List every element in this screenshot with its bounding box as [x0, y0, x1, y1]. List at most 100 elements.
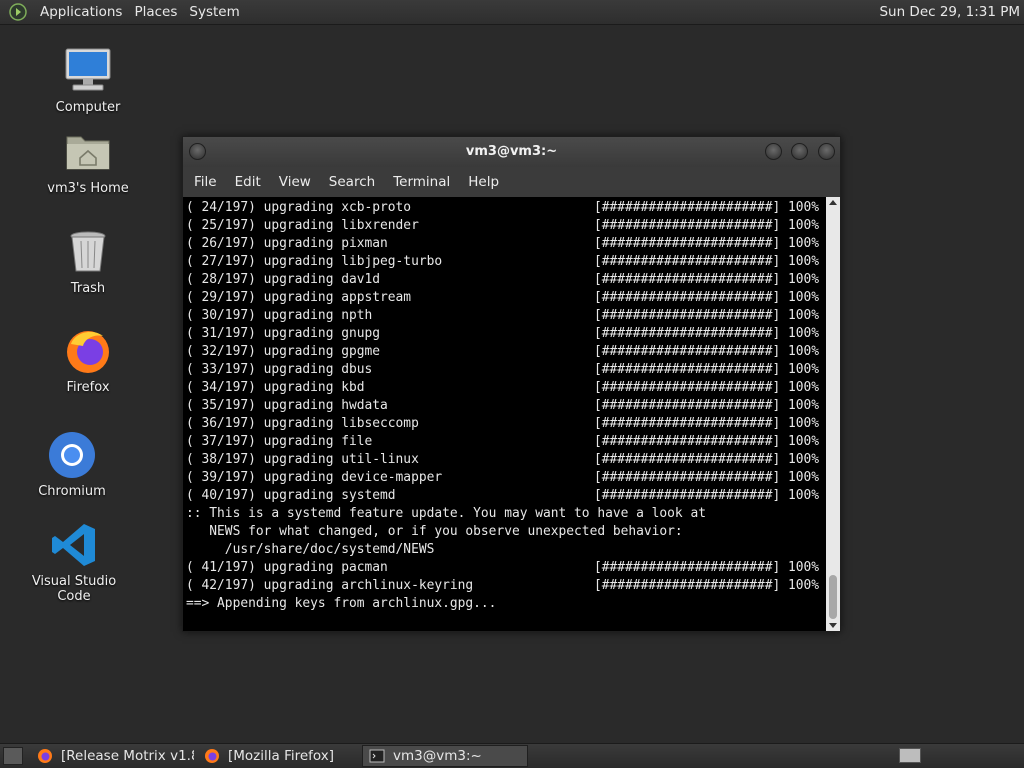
progress-bar-text: [######################] 100%: [594, 200, 820, 215]
terminal-line-text: ( 42/197) upgrading archlinux-keyring: [186, 578, 474, 593]
progress-bar-text: [######################] 100%: [594, 452, 820, 467]
progress-bar-text: [######################] 100%: [594, 578, 820, 593]
system-menu[interactable]: System: [183, 0, 245, 25]
firefox-icon: [38, 749, 52, 763]
progress-bar-text: [######################] 100%: [594, 236, 820, 251]
terminal-line-text: ==> Appending keys from archlinux.gpg...: [186, 596, 497, 611]
terminal-output[interactable]: ( 24/197) upgrading xcb-proto [##########…: [183, 197, 826, 631]
distro-logo-icon[interactable]: [8, 2, 28, 22]
scroll-up-arrow-icon[interactable]: [829, 200, 837, 205]
progress-bar-text: [######################] 100%: [594, 308, 820, 323]
terminal-menubar: File Edit View Search Terminal Help: [183, 167, 840, 197]
terminal-line-text: ( 24/197) upgrading xcb-proto: [186, 200, 412, 215]
menu-file[interactable]: File: [187, 174, 224, 190]
progress-bar-text: [######################] 100%: [594, 434, 820, 449]
terminal-line-text: ( 26/197) upgrading pixman: [186, 236, 388, 251]
chromium-icon: [49, 432, 95, 478]
terminal-line-text: ( 27/197) upgrading libjpeg-turbo: [186, 254, 443, 269]
menu-search[interactable]: Search: [322, 174, 382, 190]
progress-bar-text: [######################] 100%: [594, 470, 820, 485]
desktop-icon-label: Chromium: [38, 484, 106, 499]
menu-help[interactable]: Help: [461, 174, 506, 190]
applications-menu[interactable]: Applications: [34, 0, 128, 25]
terminal-line-text: /usr/share/doc/systemd/NEWS: [186, 542, 435, 557]
desktop-icon-label: Trash: [70, 281, 106, 296]
menu-view[interactable]: View: [272, 174, 318, 190]
desktop-icon-label: Firefox: [66, 380, 110, 395]
progress-bar-text: [######################] 100%: [594, 560, 820, 575]
progress-bar-text: [######################] 100%: [594, 218, 820, 233]
scrollbar-thumb[interactable]: [829, 575, 837, 619]
terminal-line-text: ( 39/197) upgrading device-mapper: [186, 470, 443, 485]
terminal-line: ( 37/197) upgrading file [###############…: [186, 433, 826, 451]
desktop-icon-computer[interactable]: Computer: [33, 46, 143, 115]
terminal-line: ( 31/197) upgrading gnupg [##############…: [186, 325, 826, 343]
progress-bar-text: [######################] 100%: [594, 416, 820, 431]
computer-icon: [65, 48, 111, 91]
bottom-panel: [Release Motrix v1.8.... [Mozilla Firefo…: [0, 743, 1024, 768]
firefox-icon: [67, 331, 109, 373]
taskbar-item-terminal[interactable]: vm3@vm3:~: [362, 745, 528, 767]
terminal-line: ( 42/197) upgrading archlinux-keyring [##…: [186, 577, 826, 595]
terminal-line-text: ( 25/197) upgrading libxrender: [186, 218, 419, 233]
desktop-icon-label: vm3's Home: [47, 181, 129, 196]
close-button[interactable]: [818, 143, 835, 160]
desktop-icon-trash[interactable]: Trash: [33, 227, 143, 296]
terminal-line-text: :: This is a systemd feature update. You…: [186, 506, 706, 521]
progress-bar-text: [######################] 100%: [594, 380, 820, 395]
taskbar-item-mozilla-firefox[interactable]: [Mozilla Firefox]: [198, 745, 358, 767]
minimize-button[interactable]: [765, 143, 782, 160]
desktop-icon-firefox[interactable]: Firefox: [33, 326, 143, 395]
terminal-line-text: ( 41/197) upgrading pacman: [186, 560, 388, 575]
places-menu[interactable]: Places: [128, 0, 183, 25]
terminal-scrollbar[interactable]: [826, 197, 840, 631]
terminal-line-text: ( 33/197) upgrading dbus: [186, 362, 373, 377]
terminal-line: :: This is a systemd feature update. You…: [186, 505, 826, 523]
progress-bar-text: [######################] 100%: [594, 326, 820, 341]
window-titlebar[interactable]: vm3@vm3:~: [183, 137, 840, 167]
maximize-button[interactable]: [791, 143, 808, 160]
desktop-icon-vscode[interactable]: Visual Studio Code: [19, 520, 129, 604]
menu-edit[interactable]: Edit: [228, 174, 268, 190]
terminal-line-text: ( 35/197) upgrading hwdata: [186, 398, 388, 413]
terminal-line: ( 41/197) upgrading pacman [#############…: [186, 559, 826, 577]
taskbar-item-release-motrix[interactable]: [Release Motrix v1.8....: [31, 745, 194, 767]
window-menu-button[interactable]: [189, 143, 206, 160]
progress-bar-text: [######################] 100%: [594, 488, 820, 503]
terminal-line: /usr/share/doc/systemd/NEWS: [186, 541, 826, 559]
terminal-line: ( 27/197) upgrading libjpeg-turbo [######…: [186, 253, 826, 271]
workspace-switcher[interactable]: [899, 748, 921, 763]
terminal-line: NEWS for what changed, or if you observe…: [186, 523, 826, 541]
terminal-line: ( 34/197) upgrading kbd [################…: [186, 379, 826, 397]
desktop-icon-label: Computer: [55, 100, 121, 115]
progress-bar-text: [######################] 100%: [594, 398, 820, 413]
terminal-line: ( 38/197) upgrading util-linux [#########…: [186, 451, 826, 469]
menu-terminal[interactable]: Terminal: [386, 174, 457, 190]
terminal-line: ( 40/197) upgrading systemd [############…: [186, 487, 826, 505]
terminal-line-text: ( 34/197) upgrading kbd: [186, 380, 365, 395]
terminal-line: ( 36/197) upgrading libseccomp [#########…: [186, 415, 826, 433]
terminal-line: ( 26/197) upgrading pixman [#############…: [186, 235, 826, 253]
desktop-icon-home[interactable]: vm3's Home: [33, 127, 143, 196]
taskbar-item-label: [Mozilla Firefox]: [228, 748, 335, 764]
terminal-line-text: ( 28/197) upgrading dav1d: [186, 272, 381, 287]
taskbar-item-label: [Release Motrix v1.8....: [61, 748, 194, 764]
terminal-line-text: ( 38/197) upgrading util-linux: [186, 452, 419, 467]
progress-bar-text: [######################] 100%: [594, 290, 820, 305]
terminal-line-text: ( 40/197) upgrading systemd: [186, 488, 396, 503]
desktop-icon-chromium[interactable]: Chromium: [17, 430, 127, 499]
clock[interactable]: Sun Dec 29, 1:31 PM: [879, 0, 1020, 25]
terminal-line: ( 25/197) upgrading libxrender [#########…: [186, 217, 826, 235]
terminal-line: ( 35/197) upgrading hwdata [#############…: [186, 397, 826, 415]
terminal-line: ( 24/197) upgrading xcb-proto [##########…: [186, 199, 826, 217]
taskbar-item-label: vm3@vm3:~: [393, 748, 482, 764]
progress-bar-text: [######################] 100%: [594, 254, 820, 269]
terminal-line-text: NEWS for what changed, or if you observe…: [186, 524, 683, 539]
scroll-down-arrow-icon[interactable]: [829, 623, 837, 628]
progress-bar-text: [######################] 100%: [594, 362, 820, 377]
progress-bar-text: [######################] 100%: [594, 272, 820, 287]
show-desktop-icon[interactable]: [3, 747, 23, 765]
terminal-line: ==> Appending keys from archlinux.gpg...: [186, 595, 826, 613]
terminal-line-text: ( 30/197) upgrading npth: [186, 308, 373, 323]
terminal-line-text: ( 29/197) upgrading appstream: [186, 290, 412, 305]
